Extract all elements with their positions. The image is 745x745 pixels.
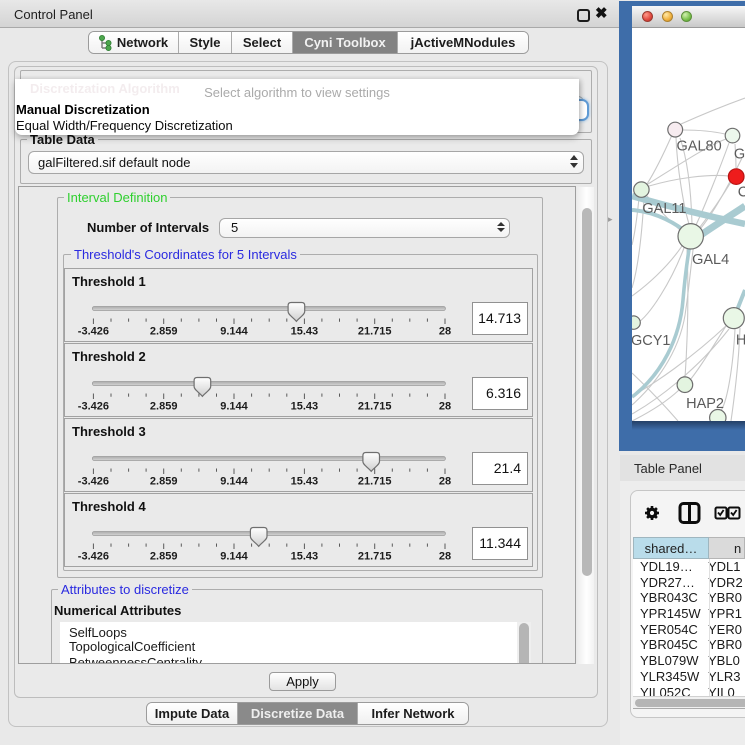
svg-text:-3.426: -3.426 <box>78 401 109 413</box>
svg-text:28: 28 <box>439 476 451 488</box>
svg-text:-3.426: -3.426 <box>78 551 109 563</box>
svg-text:21.715: 21.715 <box>358 326 392 338</box>
svg-text:9.144: 9.144 <box>220 476 248 488</box>
svg-text:GAL11: GAL11 <box>642 201 686 217</box>
svg-text:2.859: 2.859 <box>150 401 178 413</box>
svg-text:21.715: 21.715 <box>358 551 392 563</box>
svg-text:2.859: 2.859 <box>150 326 178 338</box>
svg-text:G.: G. <box>734 146 745 162</box>
svg-text:9.144: 9.144 <box>220 551 248 563</box>
svg-text:-3.426: -3.426 <box>78 476 109 488</box>
svg-text:28: 28 <box>439 401 451 413</box>
svg-text:GAL80: GAL80 <box>677 139 722 155</box>
svg-text:C: C <box>738 184 745 200</box>
svg-text:21.715: 21.715 <box>358 476 392 488</box>
svg-text:9.144: 9.144 <box>220 326 248 338</box>
svg-text:GCY1: GCY1 <box>632 333 671 349</box>
svg-text:28: 28 <box>439 551 451 563</box>
svg-text:15.43: 15.43 <box>291 476 319 488</box>
svg-text:15.43: 15.43 <box>291 326 319 338</box>
svg-text:-3.426: -3.426 <box>78 326 109 338</box>
svg-text:15.43: 15.43 <box>291 401 319 413</box>
svg-text:2.859: 2.859 <box>150 476 178 488</box>
svg-text:2.859: 2.859 <box>150 551 178 563</box>
svg-text:HAP2: HAP2 <box>686 396 724 412</box>
svg-text:9.144: 9.144 <box>220 401 248 413</box>
svg-text:15.43: 15.43 <box>291 551 319 563</box>
svg-text:28: 28 <box>439 326 451 338</box>
svg-text:GAL4: GAL4 <box>692 252 729 268</box>
svg-text:21.715: 21.715 <box>358 401 392 413</box>
svg-text:H: H <box>736 332 745 348</box>
